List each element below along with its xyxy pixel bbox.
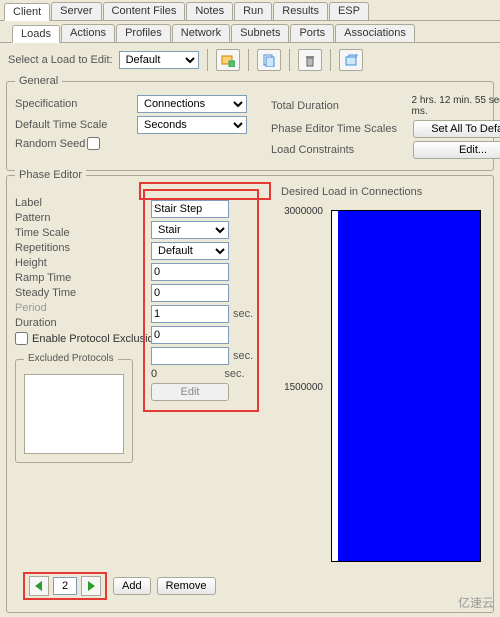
tab-loads[interactable]: Loads — [12, 25, 60, 43]
dts-select[interactable]: Seconds — [137, 116, 247, 134]
total-duration-label: Total Duration — [271, 100, 411, 112]
timescale-select[interactable]: Default — [151, 242, 229, 260]
steadytime-input[interactable] — [151, 326, 229, 344]
load-select[interactable]: Default — [119, 51, 199, 69]
tab-subnets[interactable]: Subnets — [231, 24, 289, 42]
select-load-label: Select a Load to Edit: — [8, 54, 113, 66]
excluded-list[interactable] — [24, 374, 124, 454]
tab-content-files[interactable]: Content Files — [103, 2, 186, 20]
tab-esp[interactable]: ESP — [329, 2, 369, 20]
add-icon[interactable] — [216, 49, 240, 71]
spec-select[interactable]: Connections — [137, 95, 247, 113]
ytick-1_5m: 1500000 — [284, 382, 323, 393]
repetitions-input[interactable] — [151, 263, 229, 281]
tab-server[interactable]: Server — [51, 2, 101, 20]
add-button[interactable]: Add — [113, 577, 151, 595]
tab-client[interactable]: Client — [4, 3, 50, 21]
tab-ports[interactable]: Ports — [290, 24, 334, 42]
repetitions-label: Repetitions — [15, 242, 137, 254]
timescale-label: Time Scale — [15, 227, 137, 239]
plot-area — [331, 210, 481, 562]
separator — [289, 49, 290, 71]
chart-title: Desired Load in Connections — [281, 186, 485, 198]
spec-label: Specification — [15, 98, 137, 110]
plot-fill — [338, 211, 480, 561]
open-icon[interactable] — [339, 49, 363, 71]
edit-constraints-button[interactable]: Edit... — [413, 141, 500, 159]
duration-label: Duration — [15, 317, 137, 329]
separator — [248, 49, 249, 71]
height-label: Height — [15, 257, 137, 269]
phase-editor-panel: Phase Editor Label Pattern Time Scale Re… — [6, 175, 494, 613]
tab-network[interactable]: Network — [172, 24, 230, 42]
prev-page-button[interactable] — [29, 576, 49, 596]
load-constraints-label: Load Constraints — [271, 144, 413, 156]
random-seed-label: Random Seed — [15, 138, 87, 150]
chart: 3000000 1500000 — [281, 202, 485, 582]
separator — [207, 49, 208, 71]
next-page-button[interactable] — [81, 576, 101, 596]
tab-profiles[interactable]: Profiles — [116, 24, 171, 42]
copy-icon[interactable] — [257, 49, 281, 71]
phase-editor-title: Phase Editor — [15, 169, 86, 181]
phase-scales-label: Phase Editor Time Scales — [271, 123, 413, 135]
separator — [330, 49, 331, 71]
height-input[interactable] — [151, 284, 229, 302]
dts-label: Default Time Scale — [15, 119, 137, 131]
toolbar: Select a Load to Edit: Default — [0, 43, 500, 77]
set-all-button[interactable]: Set All To Default — [413, 120, 500, 138]
pattern-select[interactable]: Stair — [151, 221, 229, 239]
general-panel: General Specification Connections Defaul… — [6, 81, 494, 171]
page-input[interactable] — [53, 577, 77, 595]
unit-sec: sec. — [233, 308, 253, 320]
total-duration-value: 2 hrs. 12 min. 55 sec. 0 ms. — [411, 95, 500, 117]
edit-exclusion-button: Edit — [151, 383, 229, 401]
tab-associations[interactable]: Associations — [335, 24, 415, 42]
delete-icon[interactable] — [298, 49, 322, 71]
unit-sec: sec. — [233, 350, 253, 362]
period-label: Period — [15, 302, 137, 314]
unit-sec: sec. — [224, 368, 251, 380]
pattern-label: Pattern — [15, 212, 137, 224]
general-title: General — [15, 75, 62, 87]
label-input[interactable] — [151, 200, 229, 218]
period-input — [151, 347, 229, 365]
tab-results[interactable]: Results — [273, 2, 328, 20]
watermark: 亿速云 — [458, 594, 494, 611]
enable-exclusion-label: Enable Protocol Exclusion — [32, 333, 160, 345]
page-nav — [23, 572, 107, 600]
label-label: Label — [15, 197, 42, 209]
excluded-label: Excluded Protocols — [24, 353, 118, 364]
tab-actions[interactable]: Actions — [61, 24, 115, 42]
ytick-3m: 3000000 — [284, 206, 323, 217]
duration-value: 0 — [151, 368, 220, 380]
random-seed-checkbox[interactable] — [87, 137, 100, 150]
ramptime-label: Ramp Time — [15, 272, 137, 284]
enable-exclusion-checkbox[interactable] — [15, 332, 28, 345]
top-tabs: Client Server Content Files Notes Run Re… — [0, 2, 500, 21]
sub-tabs: Loads Actions Profiles Network Subnets P… — [0, 24, 500, 43]
tab-run[interactable]: Run — [234, 2, 272, 20]
steadytime-label: Steady Time — [15, 287, 137, 299]
tab-notes[interactable]: Notes — [186, 2, 233, 20]
ramptime-input[interactable] — [151, 305, 229, 323]
remove-button[interactable]: Remove — [157, 577, 216, 595]
